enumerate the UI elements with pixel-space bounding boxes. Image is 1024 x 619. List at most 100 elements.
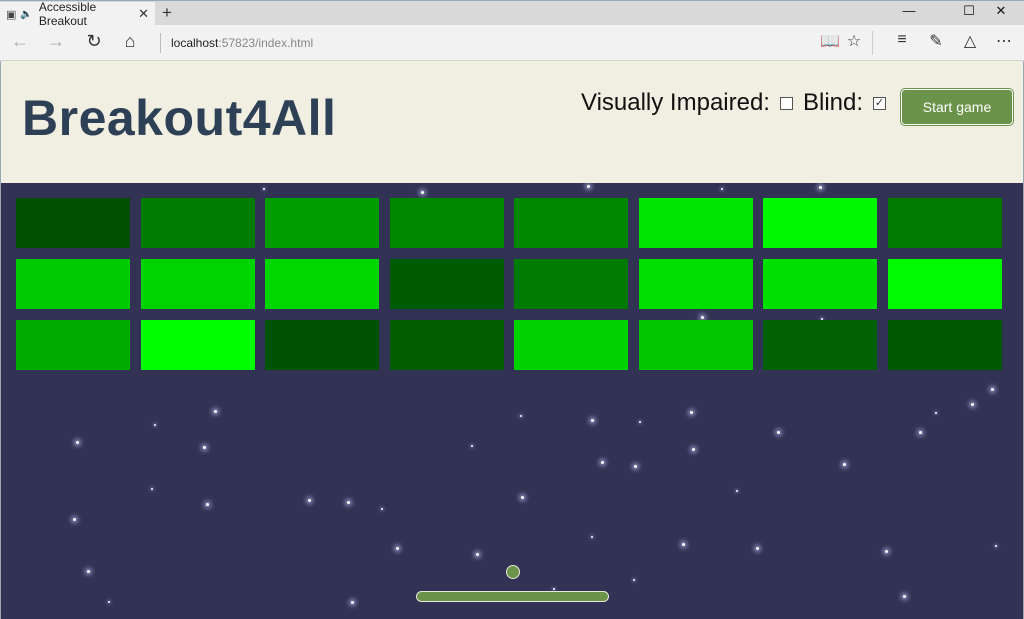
brick — [389, 320, 504, 370]
star — [154, 424, 156, 426]
brick — [514, 320, 628, 370]
star — [471, 445, 473, 447]
brick — [887, 320, 1002, 370]
star — [919, 431, 922, 434]
forward-arrow-icon[interactable]: → — [44, 31, 68, 52]
brick — [763, 198, 877, 248]
game-canvas[interactable] — [0, 183, 1024, 619]
more-icon[interactable]: ⋯ — [992, 31, 1016, 51]
star — [108, 601, 110, 603]
star — [935, 412, 937, 414]
star — [682, 543, 685, 546]
address-host: localhost — [171, 36, 219, 50]
star — [633, 579, 635, 581]
address-path: :57823/index.html — [218, 36, 314, 50]
visually-impaired-checkbox[interactable] — [779, 96, 793, 110]
star — [308, 499, 311, 502]
brick — [763, 320, 877, 370]
star — [520, 415, 522, 417]
star — [903, 595, 906, 598]
star — [777, 431, 780, 434]
star — [971, 403, 974, 406]
star — [634, 465, 637, 468]
start-game-button[interactable]: Start game — [901, 89, 1013, 125]
page-title: Breakout4All — [22, 90, 337, 146]
web-note-icon[interactable]: ✎ — [924, 31, 948, 51]
star — [591, 536, 593, 538]
brick — [514, 198, 628, 248]
star — [347, 501, 350, 504]
star — [87, 570, 90, 573]
paddle[interactable] — [416, 591, 609, 602]
star — [151, 488, 153, 490]
browser-tab[interactable]: ▣ 🔈 Accessible Breakout ✕ — [0, 0, 155, 28]
back-arrow-icon[interactable]: ← — [8, 31, 32, 52]
share-icon[interactable]: △ — [958, 31, 982, 51]
page-header: Breakout4All Visually Impaired: Blind: ✓… — [0, 61, 1024, 183]
brick — [16, 320, 130, 370]
star — [351, 601, 354, 604]
star — [692, 448, 695, 451]
toolbar-divider — [872, 31, 873, 55]
star — [214, 410, 217, 413]
minimize-icon[interactable]: — — [886, 3, 932, 18]
star — [203, 446, 206, 449]
brick — [389, 259, 504, 309]
brick — [638, 259, 753, 309]
star — [381, 508, 383, 510]
star — [76, 441, 79, 444]
brick — [763, 259, 877, 309]
accessibility-controls: Visually Impaired: Blind: ✓ — [581, 89, 896, 117]
star — [721, 188, 723, 190]
close-window-icon[interactable]: ✕ — [978, 3, 1024, 19]
brick — [638, 320, 753, 370]
star — [263, 188, 265, 190]
brick — [140, 259, 255, 309]
reading-view-icon[interactable]: 📖 — [818, 31, 842, 51]
refresh-icon[interactable]: ↻ — [82, 31, 106, 52]
star — [601, 461, 604, 464]
browser-nav-bar: ← → ↻ ⌂ localhost:57823/index.html 📖 ☆ ≡… — [0, 25, 1024, 61]
star — [639, 421, 641, 423]
ball — [506, 565, 520, 579]
brick — [265, 198, 379, 248]
blind-label: Blind: — [802, 89, 864, 116]
brick — [389, 198, 504, 248]
home-icon[interactable]: ⌂ — [118, 31, 142, 52]
star — [885, 550, 888, 553]
star — [553, 588, 555, 590]
star — [206, 503, 209, 506]
brick — [887, 198, 1002, 248]
close-tab-icon[interactable]: ✕ — [138, 6, 149, 22]
hub-icon[interactable]: ≡ — [890, 31, 914, 49]
star — [701, 316, 704, 319]
brick — [16, 198, 130, 248]
star — [843, 463, 846, 466]
brick — [16, 259, 130, 309]
brick — [265, 320, 379, 370]
favorite-star-icon[interactable]: ☆ — [842, 31, 866, 51]
page-icon: ▣ — [6, 8, 17, 21]
star — [991, 388, 994, 391]
star — [756, 547, 759, 550]
brick — [887, 259, 1002, 309]
brick — [140, 198, 255, 248]
audio-icon[interactable]: 🔈 — [20, 9, 32, 20]
star — [396, 547, 399, 550]
star — [73, 518, 76, 521]
browser-tab-strip: ▣ 🔈 Accessible Breakout ✕ + — ☐ ✕ — [0, 0, 1024, 28]
star — [690, 411, 693, 414]
star — [591, 419, 594, 422]
new-tab-icon[interactable]: + — [162, 3, 172, 23]
blind-checkbox[interactable]: ✓ — [873, 96, 887, 110]
brick — [638, 198, 753, 248]
brick — [265, 259, 379, 309]
star — [587, 185, 590, 188]
star — [521, 496, 524, 499]
star — [736, 490, 738, 492]
address-bar[interactable]: localhost:57823/index.html — [160, 33, 313, 53]
brick — [514, 259, 628, 309]
star — [421, 191, 424, 194]
star — [476, 553, 479, 556]
tab-title: Accessible Breakout — [38, 0, 97, 28]
